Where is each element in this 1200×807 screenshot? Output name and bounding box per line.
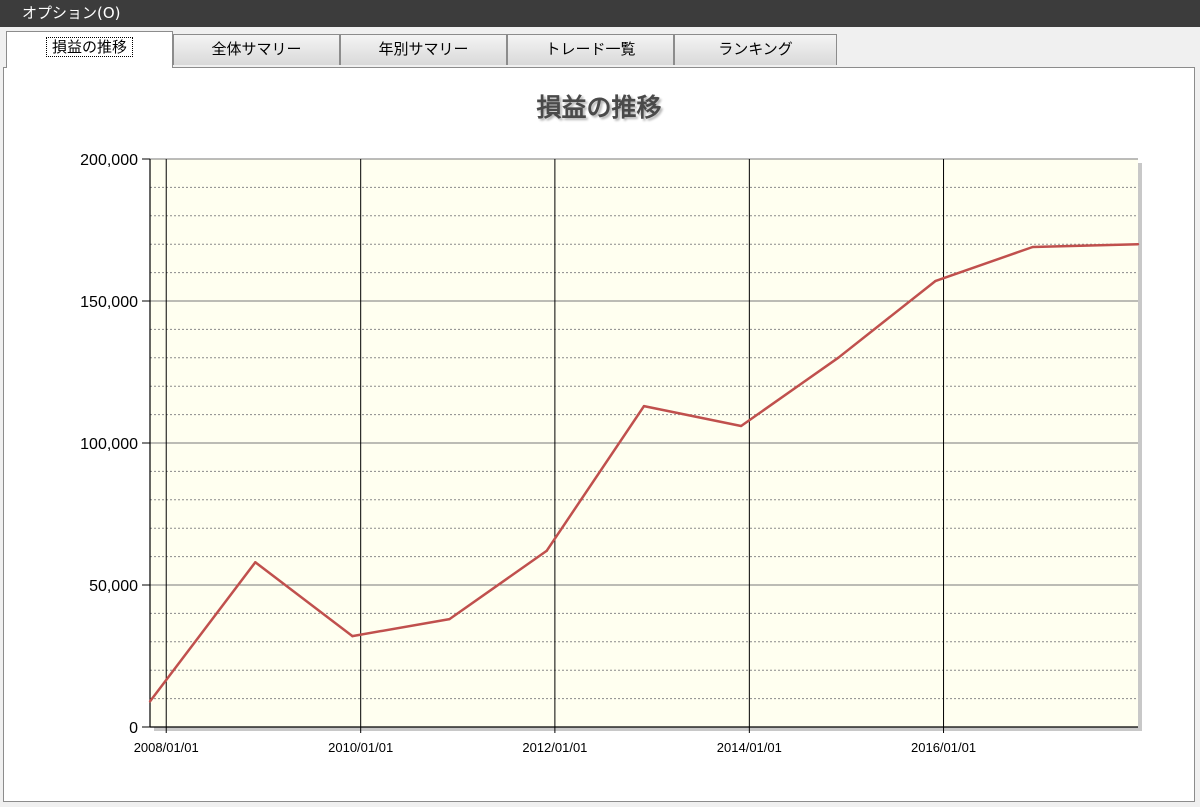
- x-tick-label: 2010/01/01: [328, 740, 393, 755]
- menu-bar: オプション(O): [0, 0, 1200, 27]
- data-point: [148, 700, 152, 703]
- tab-pnl-trend-label: 損益の推移: [45, 37, 133, 57]
- data-point: [448, 617, 451, 621]
- y-tick-label: 100,000: [80, 436, 138, 453]
- y-tick-label: 150,000: [80, 294, 138, 311]
- y-tick-label: 200,000: [80, 152, 138, 169]
- y-tick-label: 50,000: [89, 578, 138, 595]
- data-point: [642, 404, 646, 408]
- tab-ranking[interactable]: ランキング: [674, 34, 837, 65]
- tab-yearly-summary[interactable]: 年別サマリー: [340, 34, 507, 65]
- y-tick-label: 0: [129, 720, 138, 737]
- data-point: [1136, 243, 1140, 246]
- tab-overall-summary[interactable]: 全体サマリー: [173, 34, 340, 65]
- tab-trade-list[interactable]: トレード一覧: [507, 34, 674, 65]
- x-tick-label: 2016/01/01: [911, 740, 976, 755]
- data-point: [739, 424, 743, 428]
- tab-yearly-summary-label: 年別サマリー: [378, 40, 469, 58]
- menu-options[interactable]: オプション(O): [22, 4, 121, 22]
- tab-ranking-label: ランキング: [718, 40, 793, 58]
- x-tick-label: 2014/01/01: [717, 740, 782, 755]
- chart-panel: 損益の推移 0 50,000 100,000 150,000 200,000 2008/0…: [3, 67, 1195, 802]
- data-point: [934, 279, 937, 283]
- tab-trade-list-label: トレード一覧: [545, 40, 636, 58]
- tab-overall-summary-label: 全体サマリー: [211, 40, 302, 58]
- data-point: [545, 549, 548, 553]
- tab-strip: 損益の推移 全体サマリー 年別サマリー トレード一覧 ランキング: [0, 27, 1200, 68]
- data-point: [351, 634, 354, 638]
- pnl-line-chart: 0 50,000 100,000 150,000 200,000 2008/01/01 20…: [80, 152, 1142, 755]
- tab-pnl-trend[interactable]: 損益の推移: [6, 31, 173, 68]
- data-point: [254, 561, 257, 564]
- data-point: [836, 356, 840, 359]
- x-tick-label: 2012/01/01: [522, 740, 587, 755]
- x-tick-label: 2008/01/01: [134, 740, 199, 755]
- data-point: [1031, 245, 1034, 249]
